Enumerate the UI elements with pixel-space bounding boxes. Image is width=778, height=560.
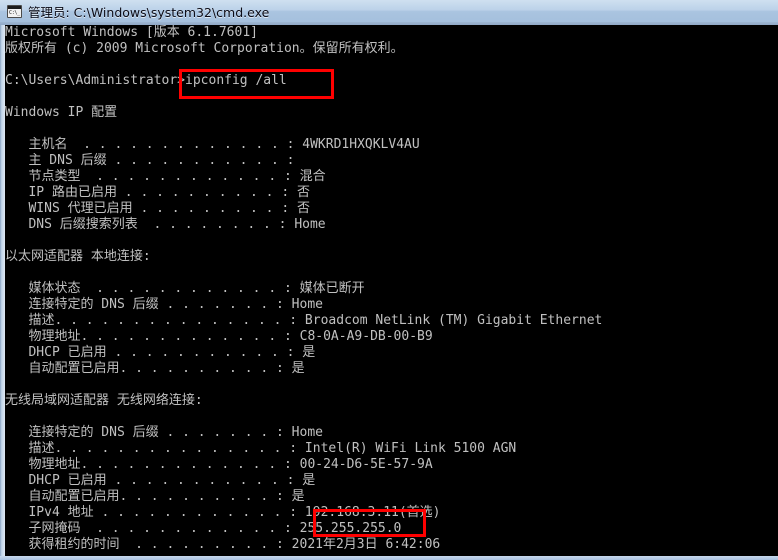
console-line: 描述. . . . . . . . . . . . . . . : Intel(…	[5, 441, 517, 456]
window-bottom-border	[0, 556, 778, 560]
console-line: 子网掩码 . . . . . . . . . . . . : 255.255.2…	[5, 521, 402, 536]
console-line: 自动配置已启用. . . . . . . . . . : 是	[5, 361, 305, 376]
console-text-area[interactable]: Microsoft Windows [版本 6.1.7601] 版权所有 (c) …	[5, 25, 778, 556]
console-line: 自动配置已启用. . . . . . . . . . : 是	[5, 489, 305, 504]
console-line: 版权所有 (c) 2009 Microsoft Corporation。保留所有…	[5, 41, 404, 56]
console-line: C:\Users\Administrator>ipconfig /all	[5, 73, 287, 88]
console-line: IPv4 地址 . . . . . . . . . . . . : 192.16…	[5, 505, 441, 520]
console-line: 物理地址. . . . . . . . . . . . . : 00-24-D6…	[5, 457, 433, 472]
console-line: DHCP 已启用 . . . . . . . . . . . : 是	[5, 345, 316, 360]
console-line: Windows IP 配置	[5, 105, 118, 120]
window-title: 管理员: C:\Windows\system32\cmd.exe	[28, 4, 270, 20]
console-line: 描述. . . . . . . . . . . . . . . : Broadc…	[5, 313, 603, 328]
console-line: DNS 后缀搜索列表 . . . . . . . . : Home	[5, 217, 326, 232]
title-bar[interactable]: 管理员: C:\Windows\system32\cmd.exe	[0, 0, 778, 22]
console-line: IP 路由已启用 . . . . . . . . . . : 否	[5, 185, 310, 200]
console-line: DHCP 已启用 . . . . . . . . . . . : 是	[5, 473, 316, 488]
console-line: 无线局域网适配器 无线网络连接:	[5, 393, 203, 408]
cmd-window-icon	[7, 4, 22, 18]
console-line: Microsoft Windows [版本 6.1.7601]	[5, 25, 258, 40]
console-line: 主 DNS 后缀 . . . . . . . . . . . :	[5, 153, 295, 168]
console-line: 物理地址. . . . . . . . . . . . . : C8-0A-A9…	[5, 329, 433, 344]
console-line: 媒体状态 . . . . . . . . . . . . : 媒体已断开	[5, 281, 365, 296]
console-line: 连接特定的 DNS 后缀 . . . . . . . : Home	[5, 297, 323, 312]
console-line: WINS 代理已启用 . . . . . . . . . : 否	[5, 201, 310, 216]
console-viewport[interactable]: Microsoft Windows [版本 6.1.7601] 版权所有 (c) …	[5, 25, 778, 556]
console-line: 节点类型 . . . . . . . . . . . . : 混合	[5, 169, 326, 184]
console-line: 主机名 . . . . . . . . . . . . . : 4WKRD1HX…	[5, 137, 420, 152]
console-line: 连接特定的 DNS 后缀 . . . . . . . : Home	[5, 425, 323, 440]
console-line: 以太网适配器 本地连接:	[5, 249, 151, 264]
console-line: 获得租约的时间 . . . . . . . . . : 2021年2月3日 6:…	[5, 537, 441, 552]
cmd-window: 管理员: C:\Windows\system32\cmd.exe Microso…	[0, 0, 778, 560]
